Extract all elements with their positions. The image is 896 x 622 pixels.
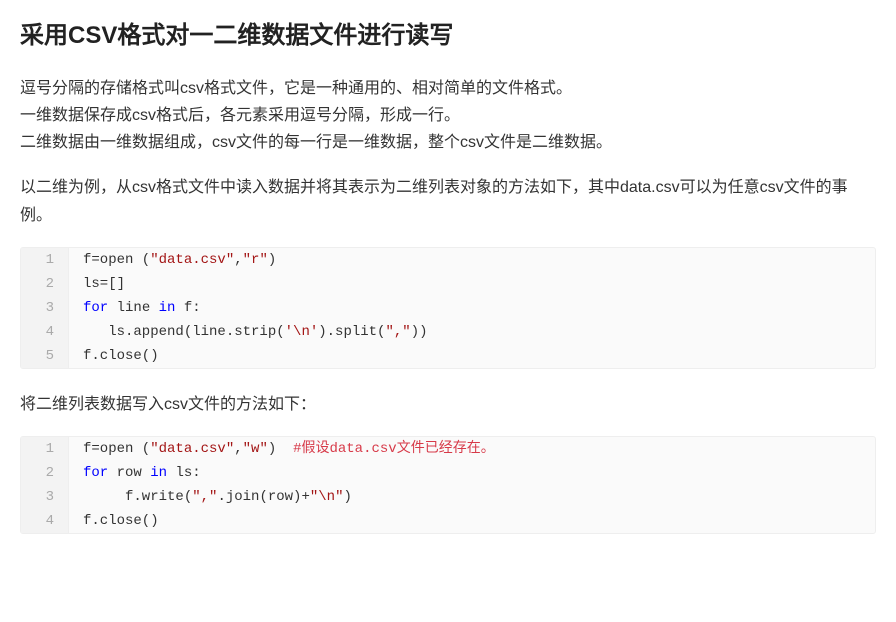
line-number: 4 [21, 509, 69, 533]
line-number: 5 [21, 344, 69, 368]
line-number: 3 [21, 485, 69, 509]
intro-line2: 一维数据保存成csv格式后，各元素采用逗号分隔，形成一行。 [20, 107, 460, 124]
code-line: ls=[] [69, 272, 875, 296]
intro-line1: 逗号分隔的存储格式叫csv格式文件，它是一种通用的、相对简单的文件格式。 [20, 80, 572, 97]
intro-line3: 二维数据由一维数据组成，csv文件的每一行是一维数据，整个csv文件是二维数据。 [20, 134, 612, 151]
code-line: for line in f: [69, 296, 875, 320]
line-number: 2 [21, 461, 69, 485]
code-line: f.close() [69, 344, 875, 368]
line-number: 3 [21, 296, 69, 320]
code-block-write: 1 f=open ("data.csv","w") #假设data.csv文件已… [20, 436, 876, 534]
line-number: 1 [21, 248, 69, 272]
code-line: ls.append(line.strip('\n').split(",")) [69, 320, 875, 344]
line-number: 1 [21, 437, 69, 461]
page-title: 采用CSV格式对一二维数据文件进行读写 [20, 16, 876, 57]
line-number: 2 [21, 272, 69, 296]
line-number: 4 [21, 320, 69, 344]
code-line: for row in ls: [69, 461, 875, 485]
write-method-paragraph: 将二维列表数据写入csv文件的方法如下： [20, 391, 876, 418]
read-method-paragraph: 以二维为例，从csv格式文件中读入数据并将其表示为二维列表对象的方法如下，其中d… [20, 174, 876, 228]
code-line: f=open ("data.csv","w") #假设data.csv文件已经存… [69, 437, 875, 461]
code-line: f=open ("data.csv","r") [69, 248, 875, 272]
intro-paragraph: 逗号分隔的存储格式叫csv格式文件，它是一种通用的、相对简单的文件格式。 一维数… [20, 75, 876, 157]
code-line: f.close() [69, 509, 875, 533]
code-line: f.write(",".join(row)+"\n") [69, 485, 875, 509]
code-block-read: 1 f=open ("data.csv","r") 2 ls=[] 3 for … [20, 247, 876, 369]
